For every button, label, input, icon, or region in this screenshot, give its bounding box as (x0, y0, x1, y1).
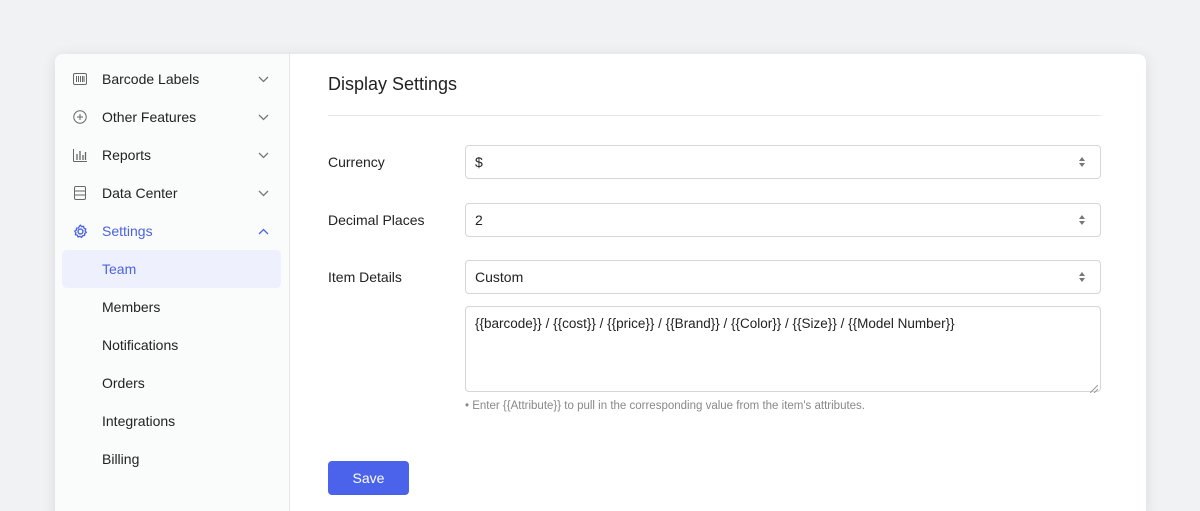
page-title: Display Settings (328, 74, 458, 94)
select-arrows-icon (1078, 214, 1086, 226)
barcode-icon (72, 71, 88, 87)
chevron-down-icon (257, 73, 269, 85)
gear-icon (72, 223, 88, 239)
sidebar-subitem-integrations[interactable]: Integrations (55, 402, 289, 440)
sidebar-subitem-team[interactable]: Team (62, 250, 281, 288)
decimal-places-label: Decimal Places (328, 212, 425, 228)
save-button[interactable]: Save (328, 461, 409, 495)
database-icon (72, 185, 88, 201)
sidebar-item-data-center[interactable]: Data Center (55, 174, 289, 212)
currency-row: Currency $ (328, 145, 1101, 179)
sidebar: Barcode Labels Other Features Reports Da… (55, 54, 290, 511)
sidebar-item-label: Other Features (102, 109, 197, 125)
currency-label: Currency (328, 154, 385, 170)
item-details-value: Custom (475, 269, 524, 285)
title-divider (328, 115, 1101, 116)
select-arrows-icon (1078, 156, 1086, 168)
chevron-down-icon (257, 187, 269, 199)
sidebar-item-barcode-labels[interactable]: Barcode Labels (55, 60, 289, 98)
item-details-select[interactable]: Custom (465, 260, 1101, 294)
decimal-places-row: Decimal Places 2 (328, 203, 1101, 237)
sidebar-subitem-notifications[interactable]: Notifications (55, 326, 289, 364)
sidebar-item-label: Data Center (102, 185, 178, 201)
sidebar-subitem-billing[interactable]: Billing (55, 440, 289, 478)
sidebar-item-label: Reports (102, 147, 152, 163)
sidebar-subitem-members[interactable]: Members (55, 288, 289, 326)
item-details-row: Item Details Custom (328, 260, 1101, 294)
sidebar-item-label: Barcode Labels (102, 71, 200, 87)
decimal-places-select[interactable]: 2 (465, 203, 1101, 237)
item-details-label: Item Details (328, 269, 402, 285)
select-arrows-icon (1078, 271, 1086, 283)
resize-handle-icon[interactable] (1089, 381, 1099, 394)
sidebar-subitem-orders[interactable]: Orders (55, 364, 289, 402)
currency-select[interactable]: $ (465, 145, 1101, 179)
currency-value: $ (475, 154, 483, 170)
sidebar-item-reports[interactable]: Reports (55, 136, 289, 174)
item-details-template-text: {{barcode}} / {{cost}} / {{price}} / {{B… (475, 316, 955, 331)
decimal-places-value: 2 (475, 212, 483, 228)
chevron-up-icon (257, 225, 269, 237)
chevron-down-icon (257, 149, 269, 161)
bar-chart-icon (72, 147, 88, 163)
main-panel: Display Settings Currency $ Decimal Plac… (290, 54, 1146, 511)
plus-circle-icon (72, 109, 88, 125)
sidebar-item-other-features[interactable]: Other Features (55, 98, 289, 136)
chevron-down-icon (257, 111, 269, 123)
item-details-hint: • Enter {{Attribute}} to pull in the cor… (465, 400, 866, 412)
item-details-template-textarea[interactable]: {{barcode}} / {{cost}} / {{price}} / {{B… (465, 306, 1101, 394)
settings-card: Barcode Labels Other Features Reports Da… (55, 54, 1146, 511)
sidebar-item-settings[interactable]: Settings (55, 212, 289, 250)
sidebar-item-label: Settings (102, 223, 153, 239)
